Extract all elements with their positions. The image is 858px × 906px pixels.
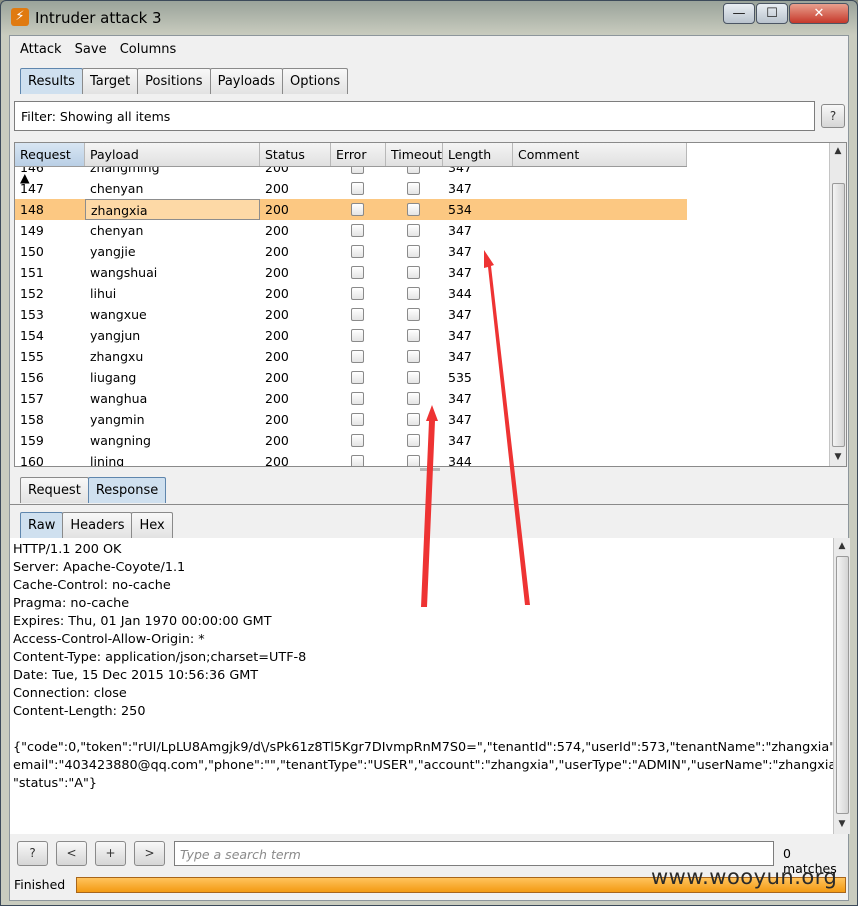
annotation-arrow-right [484, 250, 530, 605]
intruder-window: ⚡ Intruder attack 3 — ☐ ✕ Attack Save Co… [0, 0, 858, 906]
annotation-arrow-left [421, 405, 438, 607]
watermark: www.wooyun.org [651, 865, 838, 889]
annotation-arrows [421, 250, 530, 607]
